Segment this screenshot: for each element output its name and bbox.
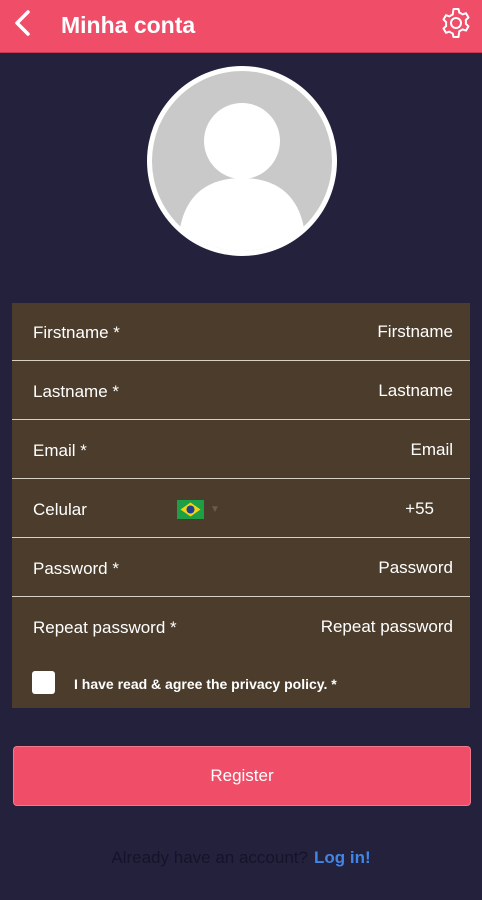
email-row: Email * bbox=[12, 421, 470, 479]
app-bar: Minha conta bbox=[0, 0, 482, 53]
gear-icon bbox=[439, 6, 473, 45]
password-label: Password * bbox=[33, 559, 119, 578]
repeat-password-label: Repeat password * bbox=[33, 618, 177, 637]
repeat-password-input[interactable] bbox=[223, 612, 453, 642]
lastname-label: Lastname * bbox=[33, 382, 119, 401]
settings-button[interactable] bbox=[437, 6, 475, 44]
firstname-input[interactable] bbox=[223, 317, 453, 347]
phone-row: Celular ▼ bbox=[12, 480, 470, 538]
privacy-policy-label: I have read & agree the privacy policy. … bbox=[74, 676, 337, 692]
repeat-password-row: Repeat password * bbox=[12, 598, 470, 656]
user-placeholder-icon bbox=[152, 71, 332, 251]
email-input[interactable] bbox=[223, 435, 453, 465]
back-button[interactable] bbox=[8, 8, 38, 42]
page-title: Minha conta bbox=[61, 12, 196, 38]
login-link[interactable]: Log in! bbox=[314, 848, 371, 867]
login-prompt: Already have an account? Log in! bbox=[0, 848, 482, 868]
password-input[interactable] bbox=[223, 553, 453, 583]
phone-input[interactable] bbox=[314, 494, 434, 524]
login-prompt-text: Already have an account? bbox=[111, 848, 308, 867]
firstname-row: Firstname * bbox=[12, 303, 470, 361]
lastname-row: Lastname * bbox=[12, 362, 470, 420]
country-select[interactable]: ▼ bbox=[177, 499, 227, 519]
lastname-input[interactable] bbox=[223, 376, 453, 406]
chevron-left-icon bbox=[13, 9, 33, 41]
avatar[interactable] bbox=[147, 66, 337, 256]
chevron-down-icon: ▼ bbox=[210, 503, 220, 515]
register-button[interactable]: Register bbox=[13, 746, 471, 806]
brazil-flag-icon bbox=[177, 499, 204, 519]
phone-label: Celular bbox=[33, 500, 87, 519]
password-row: Password * bbox=[12, 539, 470, 597]
firstname-label: Firstname * bbox=[33, 323, 120, 342]
email-label: Email * bbox=[33, 441, 87, 460]
privacy-policy-checkbox[interactable] bbox=[32, 671, 55, 694]
register-form: Firstname * Lastname * Email * Celular ▼… bbox=[12, 303, 470, 708]
